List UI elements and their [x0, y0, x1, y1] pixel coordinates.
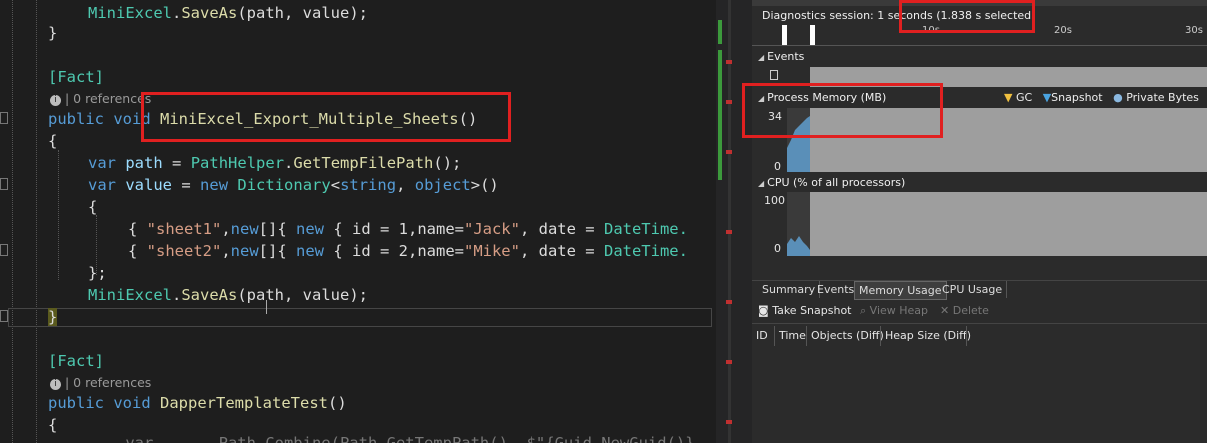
column-header[interactable]: Heap Size (Diff) [885, 329, 971, 342]
breakpoint-marker [726, 150, 732, 154]
breakpoint-marker [726, 60, 732, 64]
text-cursor-icon [266, 300, 267, 314]
private-bytes-icon: ● [1113, 91, 1123, 104]
snapshot-icon: ▼ [1042, 91, 1052, 104]
cpu-min-label: 0 [774, 242, 781, 255]
timeline-ruler[interactable]: 10s 20s 30s [752, 25, 1207, 46]
selection-start-handle[interactable] [782, 25, 787, 45]
code-line[interactable]: MiniExcel.SaveAs(path, value); [88, 0, 368, 26]
tab-memory-usage[interactable]: Memory Usage [854, 281, 947, 300]
selection-end-handle[interactable] [810, 25, 815, 45]
code-editor[interactable]: MiniExcel.SaveAs(path, value); } [Fact] … [0, 0, 716, 443]
snapshot-table-header: ID Time Objects (Diff) Heap Size (Diff) [752, 326, 1207, 346]
collapse-toggle[interactable] [0, 178, 8, 190]
info-icon: i [50, 379, 61, 390]
code-line[interactable]: { "sheet2",new[]{ new { id = 2,name="Mik… [128, 238, 688, 264]
session-label: Diagnostics session: 1 seconds (1.838 s … [762, 9, 1036, 22]
collapse-toggle[interactable] [0, 244, 8, 256]
indent-guide [58, 150, 59, 280]
code-line[interactable]: } [48, 304, 58, 330]
memory-chart [787, 116, 810, 172]
editor-scrollbar[interactable] [716, 0, 752, 443]
code-line[interactable]: } [48, 20, 57, 46]
events-track [810, 67, 1207, 87]
memory-header[interactable]: ◢ Process Memory (MB) [758, 90, 886, 106]
events-header[interactable]: ◢ Events [758, 49, 804, 65]
code-line[interactable]: { [88, 194, 97, 220]
memory-toolbar: ◙ Take Snapshot ⌕ View Heap ✕ Delete [752, 299, 1207, 324]
indent-guide [36, 0, 37, 443]
view-heap-button[interactable]: ⌕ View Heap [860, 304, 928, 318]
tab-events[interactable]: Events [813, 281, 860, 298]
delete-button[interactable]: ✕ Delete [940, 304, 989, 317]
memory-chart-bg [810, 108, 1207, 172]
take-snapshot-button[interactable]: ◙ Take Snapshot [758, 304, 852, 317]
tab-cpu-usage[interactable]: CPU Usage [938, 281, 1008, 298]
code-line[interactable]: var value = new Dictionary<string, objec… [88, 172, 499, 198]
code-line[interactable]: MiniExcel.SaveAs(path, value); [88, 282, 368, 308]
tab-summary[interactable]: Summary [758, 281, 821, 298]
cpu-max-label: 100 [764, 194, 785, 207]
breakpoint-marker [726, 300, 732, 304]
collapse-toggle[interactable] [0, 310, 8, 322]
memory-min-label: 0 [774, 160, 781, 173]
breakpoint-marker [726, 420, 732, 424]
tick-label: 20s [1054, 25, 1072, 36]
memory-legend: ▼ GC ▼Snapshot ● Private Bytes [1004, 91, 1199, 104]
current-line-highlight [8, 308, 712, 327]
pause-icon[interactable] [770, 70, 778, 80]
collapse-toggle[interactable] [0, 112, 8, 124]
method-signature-line[interactable]: public void MiniExcel_Export_Multiple_Sh… [48, 106, 477, 132]
indent-guide [12, 0, 13, 443]
search-icon: ⌕ [860, 304, 867, 317]
breakpoint-marker [726, 100, 732, 104]
info-icon: i [50, 95, 61, 106]
close-icon: ✕ [940, 304, 950, 317]
cpu-header[interactable]: ◢ CPU (% of all processors) [758, 175, 905, 191]
method-name: MiniExcel_Export_Multiple_Sheets [160, 110, 459, 128]
cpu-chart [787, 236, 810, 256]
column-header[interactable]: ID [756, 329, 768, 342]
cpu-chart-bg [810, 192, 1207, 256]
breakpoint-marker [726, 360, 732, 364]
change-marker [718, 20, 722, 44]
column-header[interactable]: Objects (Diff) [811, 329, 884, 342]
method-signature-line[interactable]: public void DapperTemplateTest() [48, 390, 347, 416]
code-line[interactable]: [Fact] [48, 348, 104, 374]
code-line[interactable]: var ... Path.Combine(Path.GetTempPath(),… [88, 430, 694, 443]
camera-icon: ◙ [758, 304, 769, 317]
panel-separator [752, 268, 1207, 281]
toolbar-strip [752, 0, 1207, 6]
code-line[interactable]: { [48, 412, 57, 438]
tick-label: 30s [1185, 25, 1203, 36]
diagnostic-tools-panel: Diagnostics session: 1 seconds (1.838 s … [742, 0, 1207, 443]
breakpoint-marker [726, 230, 732, 234]
tick-label: 10s [922, 25, 940, 36]
change-marker [718, 50, 722, 180]
scroll-track[interactable] [728, 0, 731, 443]
gc-icon: ▼ [1004, 91, 1013, 104]
column-header[interactable]: Time [779, 329, 806, 342]
memory-max-label: 34 [768, 110, 782, 123]
code-line[interactable]: [Fact] [48, 64, 104, 90]
code-line[interactable]: { [48, 128, 57, 154]
